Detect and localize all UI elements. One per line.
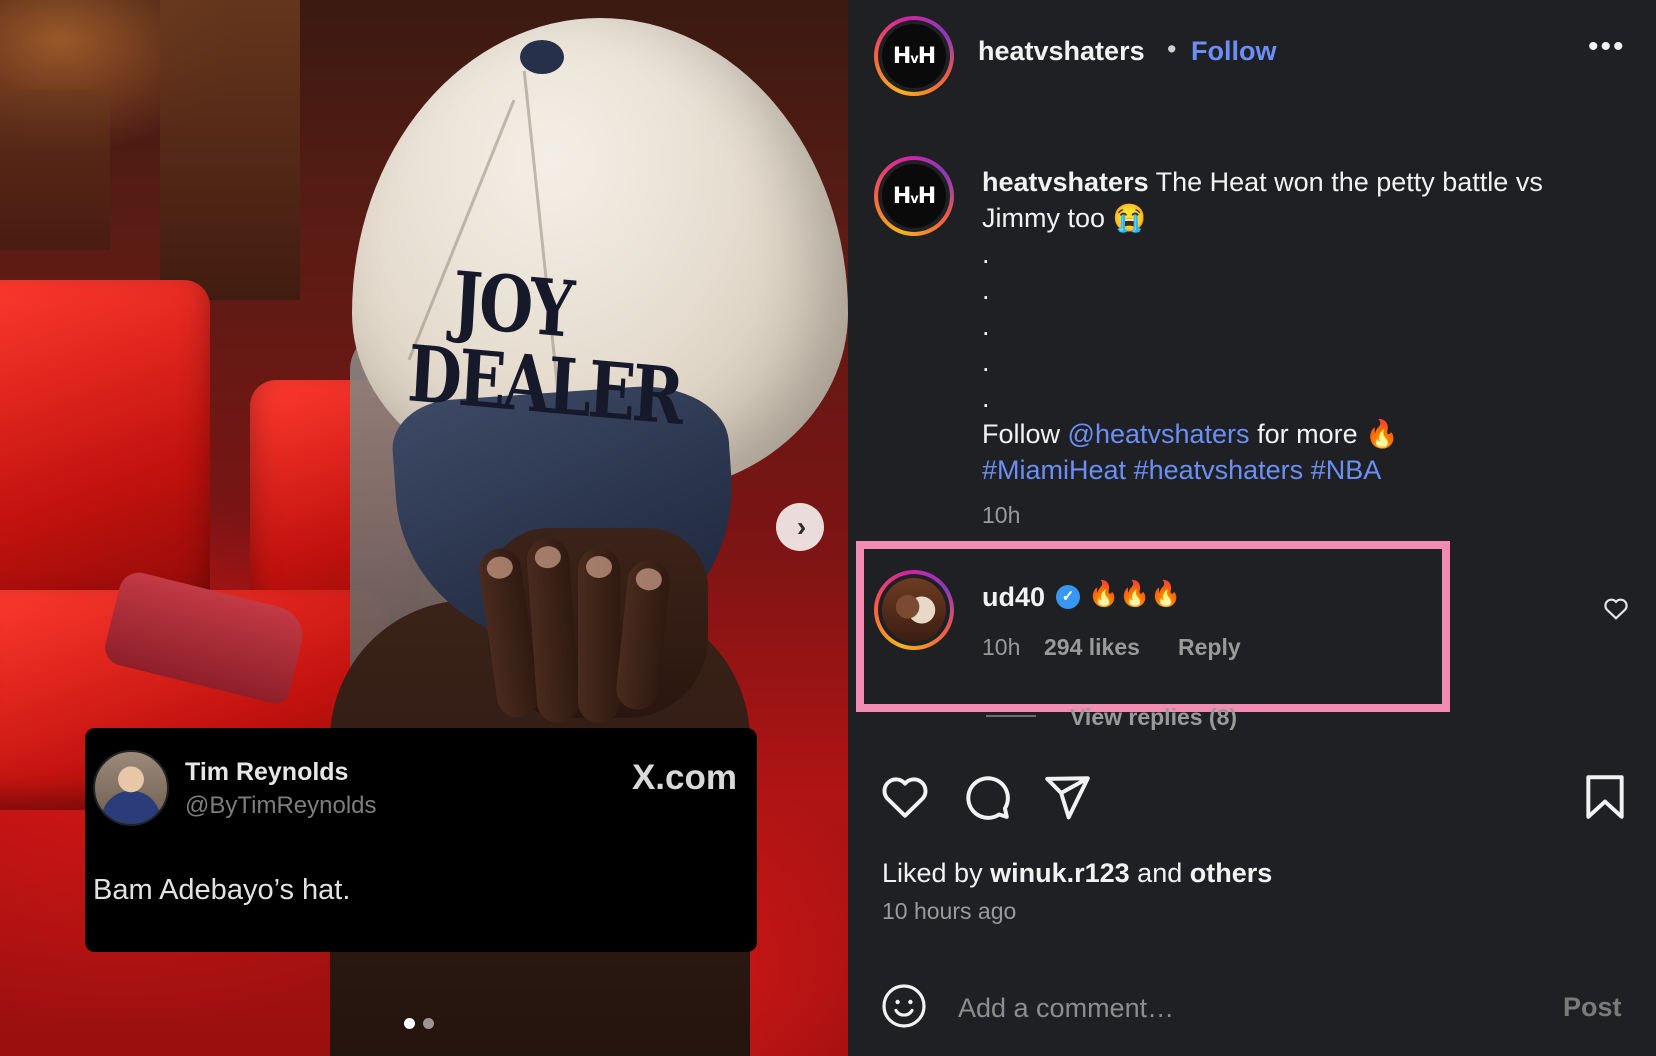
liked-by-summary: Liked by winuk.r123 and others [882,858,1272,889]
follow-button[interactable]: Follow [1191,36,1276,67]
comment-likes-count[interactable]: 294 likes [1044,634,1140,661]
red-seat [0,280,210,620]
caption-follow-prefix: Follow [982,419,1061,449]
tweet-text: Bam Adebayo’s hat. [93,874,351,906]
post-comment-button[interactable]: Post [1563,992,1622,1023]
author-avatar[interactable]: HvH [874,16,954,96]
background-wall [0,90,110,250]
cap-button [520,40,564,74]
tweet-author-handle: @ByTimReynolds [185,792,377,819]
commenter-username[interactable]: ud40 [982,582,1045,613]
carousel-indicator [404,1018,434,1029]
carousel-dot-active [404,1018,415,1029]
caption-follow-suffix: for more 🔥 [1257,419,1399,449]
view-replies-button[interactable]: View replies (8) [1070,704,1237,731]
liked-by-user-link[interactable]: winuk.r123 [990,858,1130,888]
caption-dot: . [982,383,990,413]
liked-by-others-link[interactable]: others [1190,858,1273,888]
finger [578,548,620,723]
caption-dot: . [982,239,990,269]
chevron-right-icon: › [796,511,807,542]
carousel-dot [423,1018,434,1029]
tweet-avatar [93,750,169,826]
comment-input[interactable] [958,988,1498,1028]
caption-dot: . [982,347,990,377]
commenter-avatar[interactable] [874,570,954,650]
post-details-panel: HvH heatvshaters • Follow ••• HvH heatvs… [848,0,1656,1056]
hashtag-link[interactable]: #heatvshaters [1134,455,1304,485]
comment-timestamp: 10h [982,634,1021,660]
tweet-author-name: Tim Reynolds [185,758,349,786]
heart-icon[interactable] [880,772,930,822]
background-wall [160,0,300,300]
author-logo: HvH [892,43,936,69]
bookmark-icon[interactable] [1580,772,1630,822]
view-replies-divider [986,715,1036,717]
comment-icon[interactable] [962,772,1012,822]
caption-mention-link[interactable]: @heatvshaters [1068,419,1250,449]
comment-heart-icon[interactable] [1603,596,1629,627]
comment-reply-button[interactable]: Reply [1178,634,1241,661]
hashtag-link[interactable]: #NBA [1311,455,1382,485]
caption-logo: HvH [892,183,936,209]
caption-dot: . [982,311,990,341]
caption-timestamp: 10h [982,502,1021,528]
caption-username[interactable]: heatvshaters [982,167,1149,197]
post-timestamp: 10 hours ago [882,898,1017,924]
comment-text: 🔥🔥🔥 [1088,580,1182,608]
header-separator: • [1167,34,1177,64]
caption-dot: . [982,275,990,305]
hashtag-link[interactable]: #MiamiHeat [982,455,1126,485]
next-slide-button[interactable]: › [776,503,824,551]
verified-badge-icon: ✓ [1056,585,1080,609]
commenter-photo [882,578,946,642]
emoji-icon[interactable] [880,982,928,1030]
more-options-icon[interactable]: ••• [1588,30,1626,64]
liked-by-prefix: Liked by [882,858,983,888]
tweet-card: Tim Reynolds @ByTimReynolds X.com Bam Ad… [85,728,757,952]
caption-avatar[interactable]: HvH [874,156,954,236]
post-caption: heatvshaters The Heat won the petty batt… [982,164,1622,488]
share-icon[interactable] [1042,772,1092,822]
author-username[interactable]: heatvshaters [978,36,1145,67]
cap-embroidery: JOY DEALER [405,254,684,443]
liked-by-and: and [1137,858,1183,888]
tweet-site-label: X.com [631,758,737,797]
post-media[interactable]: JOY DEALER › Tim Reynolds @ByTimReynolds … [0,0,848,1056]
